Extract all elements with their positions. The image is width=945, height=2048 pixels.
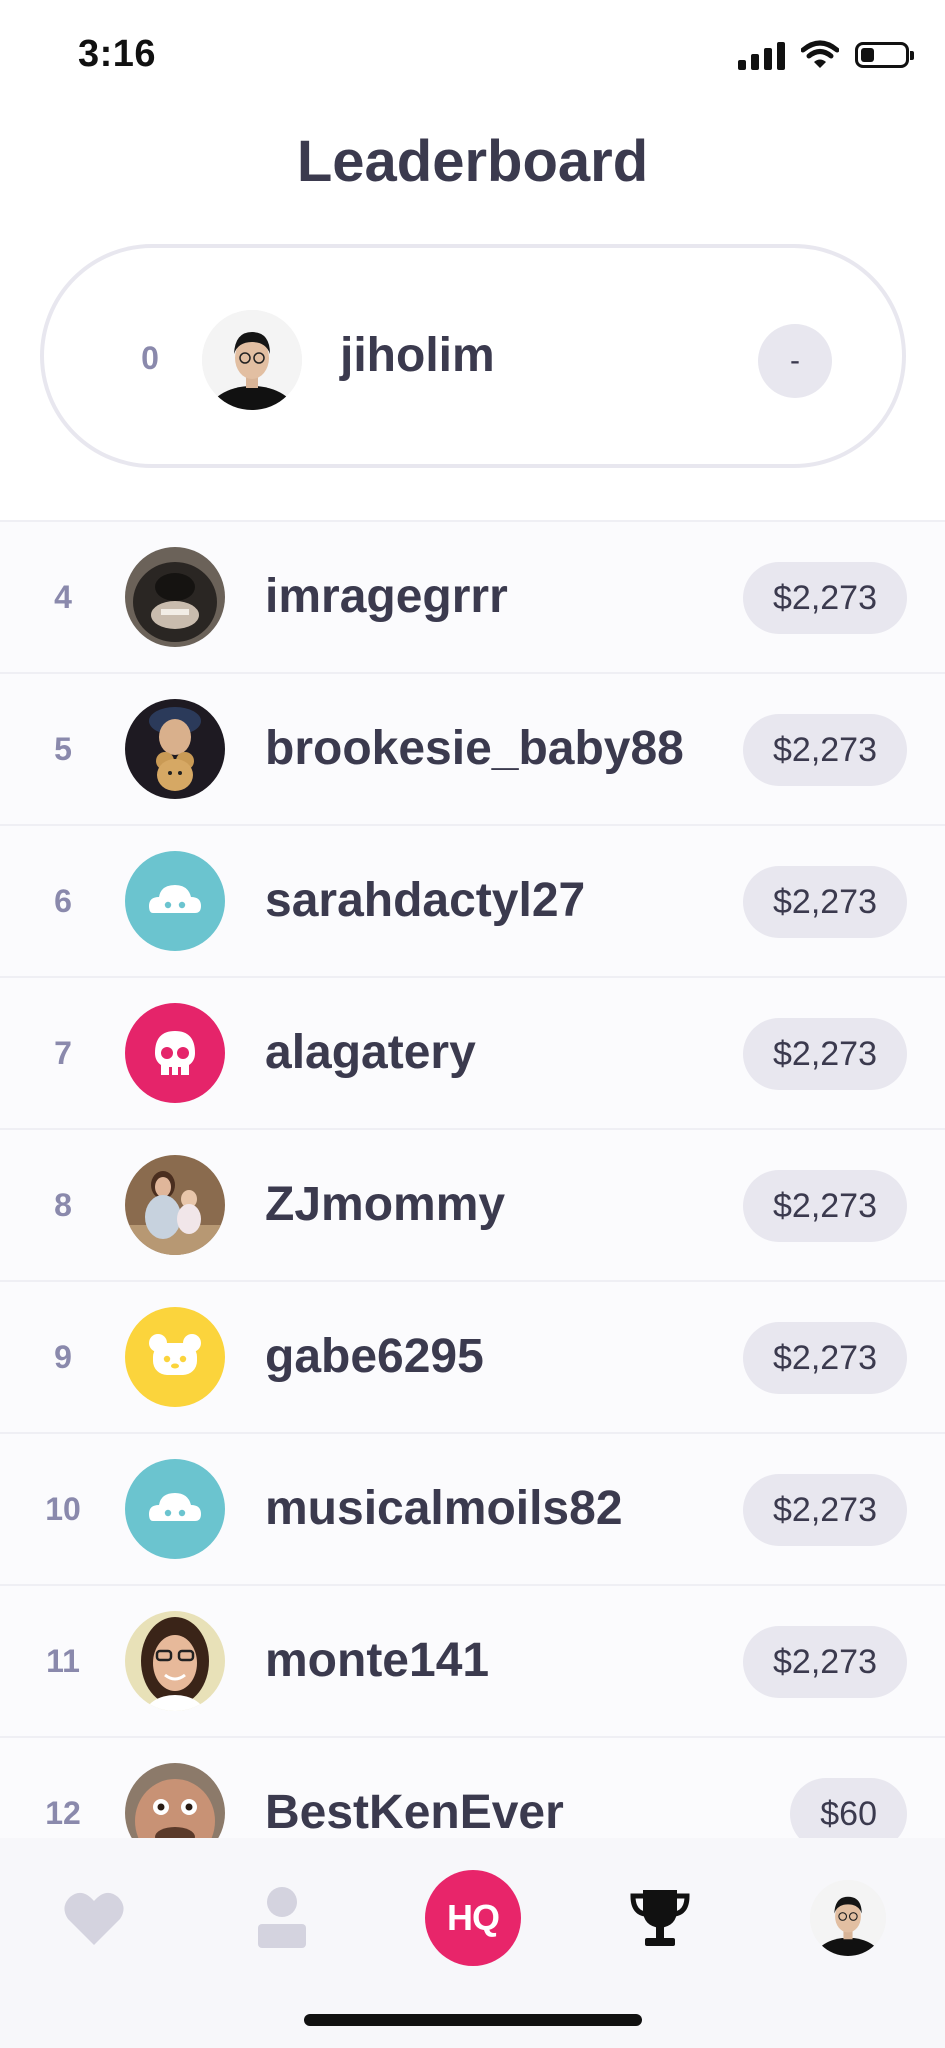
status-time: 3:16	[78, 33, 157, 75]
trophy-icon	[630, 1890, 690, 1946]
rank-number: 11	[46, 1643, 80, 1679]
photo-family-icon	[125, 1155, 225, 1255]
rank-number: 5	[54, 731, 72, 767]
my-rank-card[interactable]: 0 jiholim -	[40, 244, 906, 468]
hq-icon: HQ	[425, 1870, 521, 1966]
prize-badge: $2,273	[743, 562, 907, 634]
profile-avatar-icon	[810, 1880, 886, 1956]
cloud-icon	[125, 851, 225, 951]
prize-badge: $2,273	[743, 1322, 907, 1394]
rank-number: 12	[45, 1795, 81, 1831]
my-score-badge: -	[758, 324, 832, 398]
bear-icon	[125, 1307, 225, 1407]
page-title: Leaderboard	[296, 129, 649, 194]
heart-icon	[64, 1892, 124, 1945]
leaderboard-list[interactable]: 4 imragegrrr $2,273 5 brookesie_baby88 $…	[0, 520, 945, 1842]
prize-badge: $2,273	[743, 1170, 907, 1242]
rank-number: 9	[54, 1339, 72, 1375]
tab-hq[interactable]: HQ	[423, 1868, 523, 1968]
username: imragegrrr	[265, 570, 508, 623]
username: monte141	[265, 1634, 490, 1687]
prize-badge: $2,273	[743, 866, 907, 938]
rank-number: 10	[45, 1491, 81, 1527]
photo-woman-glasses-icon	[125, 1611, 225, 1711]
status-bar: 3:16	[0, 0, 945, 110]
username: gabe6295	[265, 1330, 484, 1383]
cloud-icon	[125, 1459, 225, 1559]
home-indicator[interactable]	[304, 2014, 642, 2026]
prize-badge: $2,273	[743, 714, 907, 786]
my-avatar	[202, 310, 302, 410]
leaderboard-row[interactable]: 4 imragegrrr $2,273	[0, 522, 945, 674]
tab-account[interactable]	[798, 1868, 898, 1968]
leaderboard-row[interactable]: 8 ZJmommy $2,273	[0, 1130, 945, 1282]
prize-badge: $2,273	[743, 1474, 907, 1546]
prize-badge: $2,273	[743, 1018, 907, 1090]
tab-profile[interactable]	[232, 1868, 332, 1968]
leaderboard-row[interactable]: 11 monte141 $2,273	[0, 1586, 945, 1738]
photo-person-bear-icon	[125, 699, 225, 799]
username: sarahdactyl27	[265, 874, 586, 927]
battery-icon	[855, 42, 914, 68]
leaderboard-row[interactable]: 6 sarahdactyl27 $2,273	[0, 826, 945, 978]
tab-leaderboard[interactable]	[610, 1868, 710, 1968]
rank-number: 7	[54, 1035, 72, 1071]
status-icons	[738, 40, 914, 70]
username: ZJmommy	[265, 1178, 506, 1231]
leaderboard-row[interactable]: 7 alagatery $2,273	[0, 978, 945, 1130]
username: brookesie_baby88	[265, 722, 684, 775]
leaderboard-row[interactable]: 5 brookesie_baby88 $2,273	[0, 674, 945, 826]
battery-level	[861, 48, 874, 62]
leaderboard-row[interactable]: 12 BestKenEver $60	[0, 1738, 945, 1842]
person-icon	[258, 1887, 306, 1948]
skull-icon	[125, 1003, 225, 1103]
username: alagatery	[265, 1026, 476, 1079]
rank-number: 4	[54, 579, 72, 615]
prize-badge: $2,273	[743, 1626, 907, 1698]
leaderboard-row[interactable]: 9 gabe6295 $2,273	[0, 1282, 945, 1434]
prize-badge: $60	[790, 1778, 907, 1842]
photo-dog-icon	[125, 547, 225, 647]
username: musicalmoils82	[265, 1482, 623, 1535]
tab-heart[interactable]	[44, 1868, 144, 1968]
my-rank: 0	[141, 340, 159, 376]
wifi-icon	[801, 40, 839, 68]
my-username: jiholim	[340, 329, 495, 382]
signal-icon	[738, 40, 785, 70]
rank-number: 6	[54, 883, 72, 919]
leaderboard-row[interactable]: 10 musicalmoils82 $2,273	[0, 1434, 945, 1586]
photo-man-face-icon	[125, 1763, 225, 1842]
rank-number: 8	[54, 1187, 72, 1223]
username: BestKenEver	[265, 1786, 564, 1839]
